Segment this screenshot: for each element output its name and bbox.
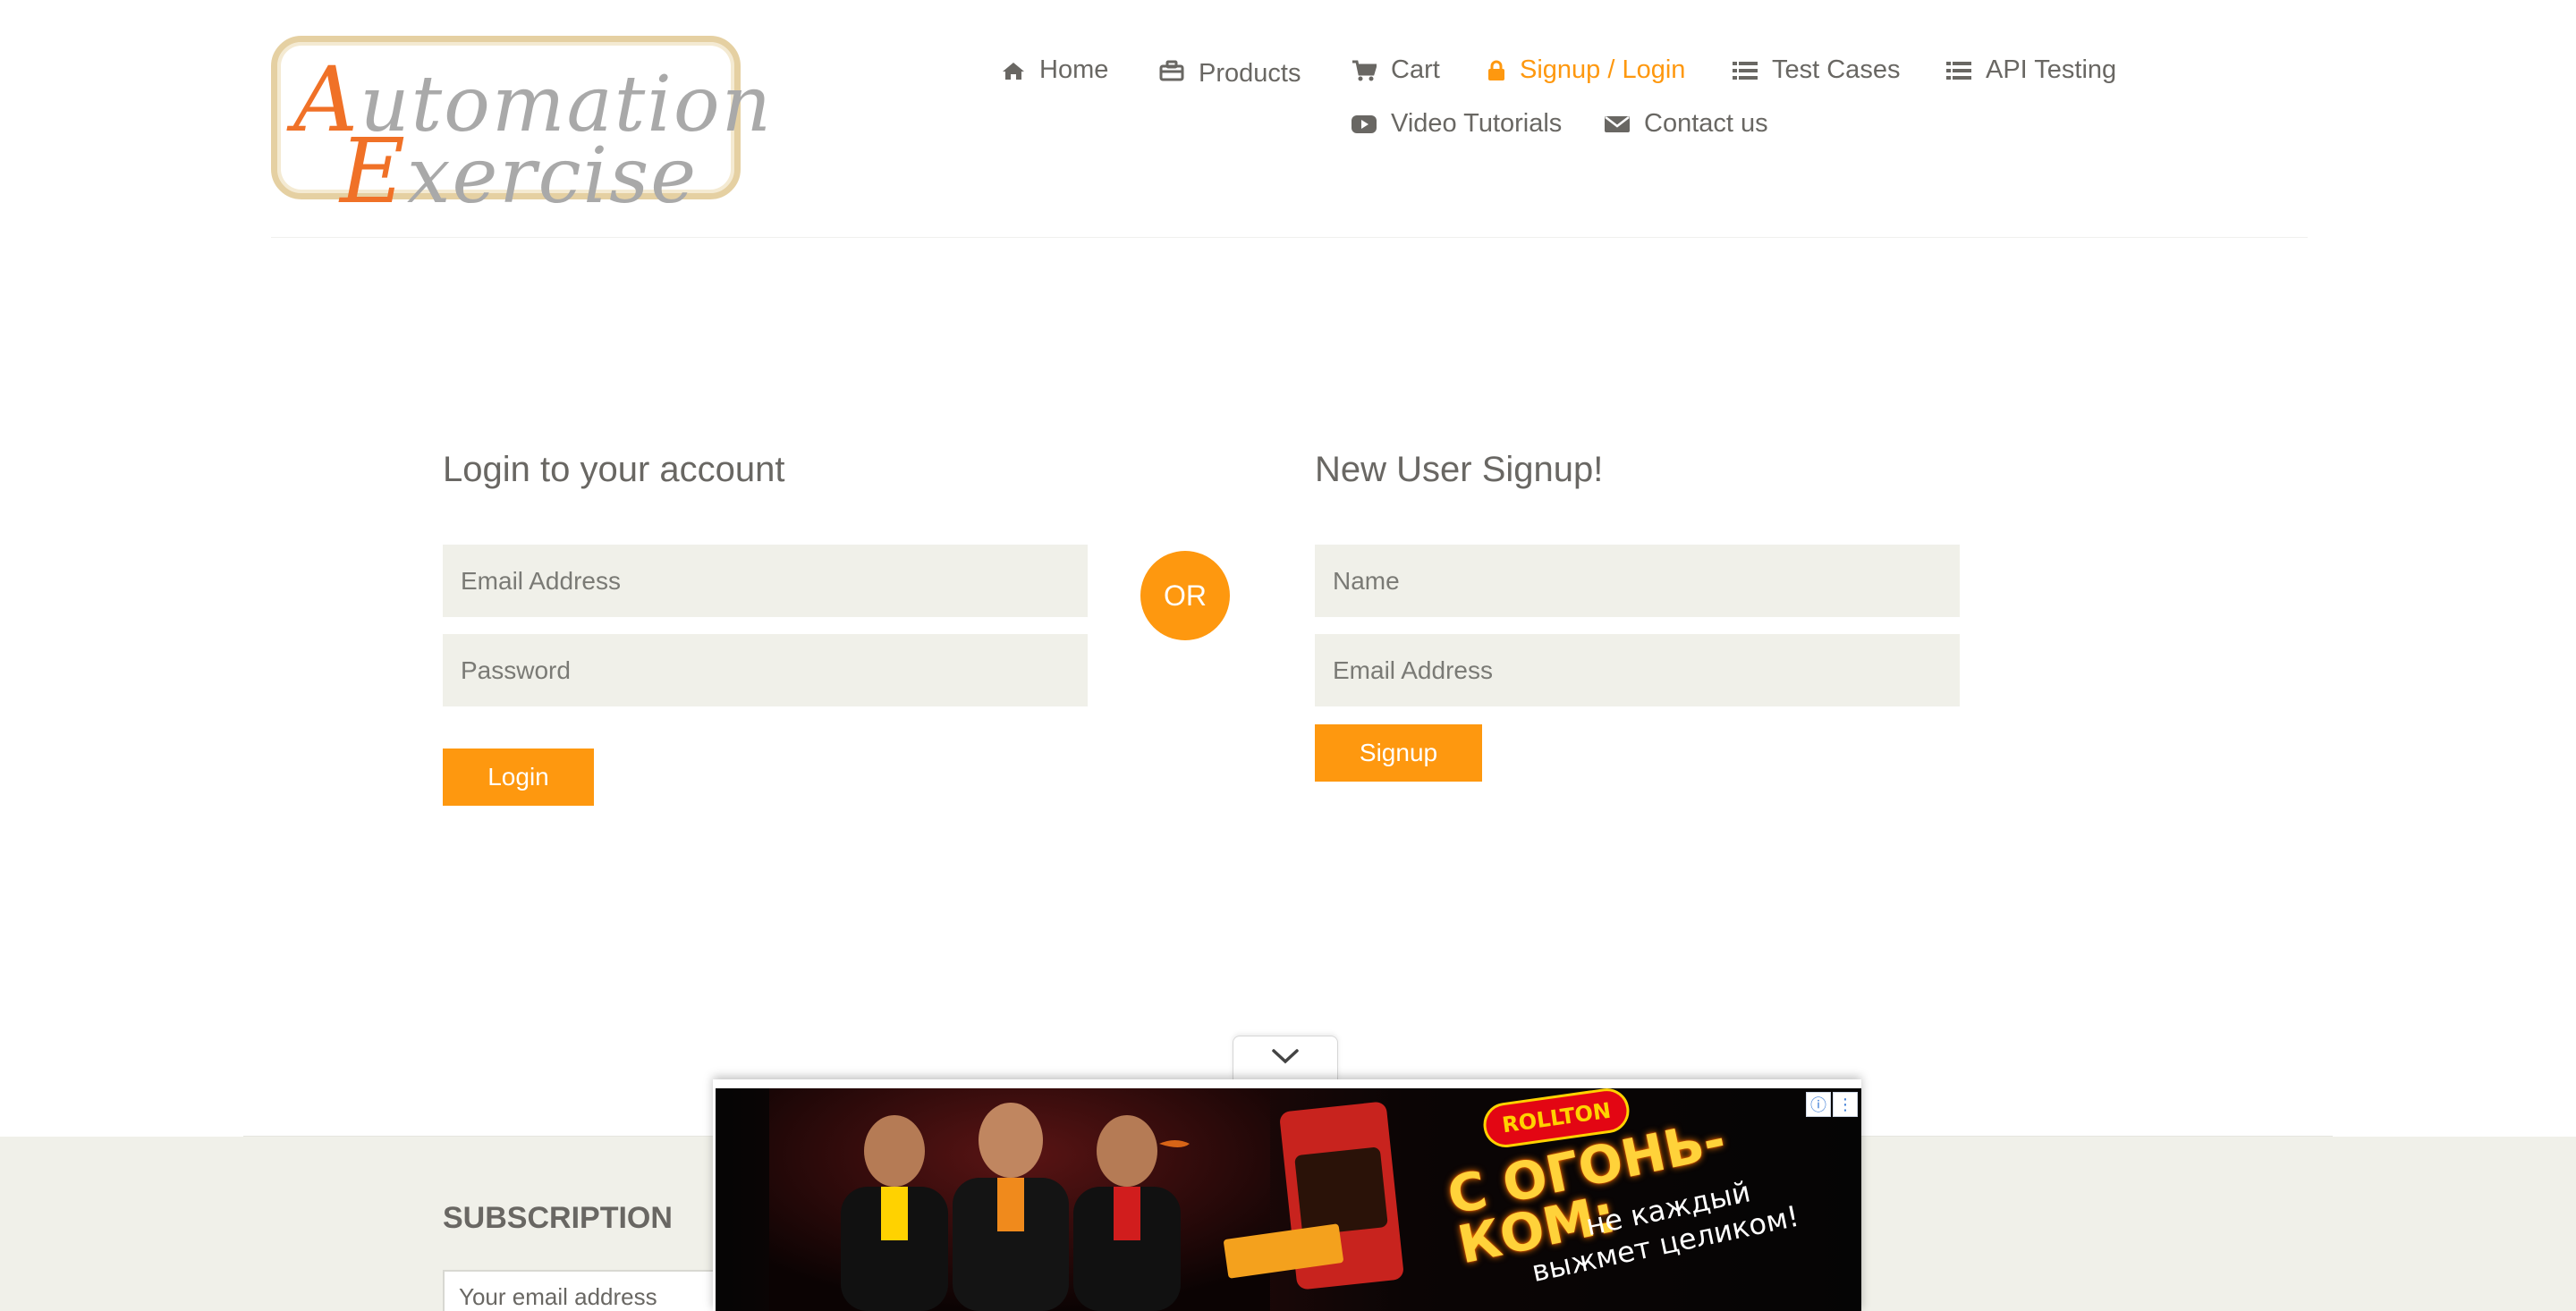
signup-email-input[interactable] — [1315, 634, 1960, 706]
nav-api-testing[interactable]: API Testing — [1946, 55, 2116, 85]
or-badge: OR — [1140, 551, 1230, 640]
ad-info-icon[interactable]: ⓘ — [1806, 1092, 1831, 1117]
login-password-input[interactable] — [443, 634, 1088, 706]
nav-contact-us-label: Contact us — [1644, 109, 1768, 138]
site-header: Automation Exercise Home Products Cart S… — [0, 0, 2576, 238]
nav-api-testing-label: API Testing — [1986, 55, 2117, 84]
signup-button[interactable]: Signup — [1315, 724, 1482, 782]
nav-products-label: Products — [1199, 59, 1301, 88]
youtube-play-icon — [1352, 114, 1377, 134]
ad-product-image — [1224, 1102, 1403, 1290]
lock-icon — [1487, 60, 1505, 81]
nav-test-cases[interactable]: Test Cases — [1733, 55, 1900, 85]
nav-home[interactable]: Home — [1002, 55, 1108, 85]
signup-title: New User Signup! — [1315, 450, 1604, 489]
nav-cart-label: Cart — [1391, 55, 1440, 84]
chevron-down-icon — [1271, 1048, 1300, 1069]
nav-products[interactable]: Products — [1159, 55, 1301, 88]
ad-controls: ⓘ ⋮ — [1806, 1092, 1858, 1117]
nav-video-tutorials-label: Video Tutorials — [1391, 109, 1563, 138]
nav-video-tutorials[interactable]: Video Tutorials — [1352, 109, 1562, 139]
subscription-title: SUBSCRIPTION — [443, 1201, 673, 1235]
home-icon — [1002, 61, 1025, 80]
login-email-input[interactable] — [443, 545, 1088, 617]
ad-menu-icon[interactable]: ⋮ — [1833, 1092, 1858, 1117]
briefcase-icon — [1159, 60, 1184, 81]
ad-banner[interactable]: ROLLTON С ОГОНЬ- КОМ: не каждый выжмет ц… — [716, 1088, 1861, 1311]
nav-test-cases-label: Test Cases — [1772, 55, 1901, 84]
list-icon — [1733, 61, 1758, 80]
login-title: Login to your account — [443, 450, 785, 489]
nav-signup-login-label: Signup / Login — [1520, 55, 1686, 84]
site-logo[interactable]: Automation Exercise — [271, 36, 771, 224]
nav-home-label: Home — [1039, 55, 1109, 84]
ad-collapse-button[interactable] — [1233, 1036, 1338, 1080]
nav-contact-us[interactable]: Contact us — [1605, 109, 1768, 139]
header-divider — [271, 237, 2308, 238]
logo-line-2: Exercise — [340, 119, 699, 224]
cart-icon — [1352, 60, 1377, 81]
list-icon — [1946, 61, 1971, 80]
nav-signup-login[interactable]: Signup / Login — [1487, 55, 1685, 85]
signup-name-input[interactable] — [1315, 545, 1960, 617]
nav-cart[interactable]: Cart — [1352, 55, 1440, 85]
ad-performers-image — [769, 1088, 1270, 1311]
envelope-icon — [1605, 114, 1630, 134]
login-button[interactable]: Login — [443, 749, 594, 806]
